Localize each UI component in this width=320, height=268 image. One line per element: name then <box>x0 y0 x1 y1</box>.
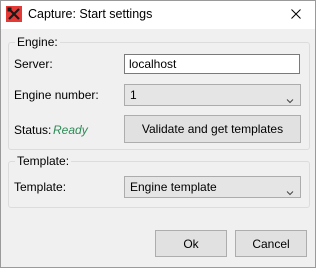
engine-group-legend: Engine: <box>15 35 60 49</box>
status-value: Ready <box>53 123 88 137</box>
engine-number-value: 1 <box>130 88 137 102</box>
dialog-window: Capture: Start settings Engine: Server: … <box>0 0 316 268</box>
cancel-button-label: Cancel <box>252 236 290 251</box>
close-button[interactable] <box>285 5 307 25</box>
ok-button-label: Ok <box>183 236 199 251</box>
validate-templates-button[interactable]: Validate and get templates <box>124 115 301 143</box>
red-tools-icon <box>6 6 22 22</box>
validate-button-label: Validate and get templates <box>141 122 284 136</box>
engine-number-dropdown[interactable]: 1 <box>124 84 301 106</box>
engine-group: Engine: Server: Engine number: 1 Status:… <box>8 35 310 150</box>
server-label: Server: <box>14 57 53 71</box>
close-icon <box>291 8 301 22</box>
title-bar: Capture: Start settings <box>1 1 315 29</box>
chevron-down-icon <box>286 183 294 196</box>
template-value: Engine template <box>130 180 217 194</box>
ok-button[interactable]: Ok <box>155 230 227 257</box>
status-label: Status: <box>14 123 52 137</box>
server-input[interactable] <box>124 54 300 74</box>
cancel-button[interactable]: Cancel <box>235 230 307 257</box>
template-dropdown[interactable]: Engine template <box>124 176 301 198</box>
chevron-down-icon <box>286 91 294 104</box>
template-group: Template: Template: Engine template <box>8 154 310 208</box>
window-title: Capture: Start settings <box>28 7 153 21</box>
template-label: Template: <box>14 180 67 194</box>
engine-number-label: Engine number: <box>14 88 99 102</box>
template-group-legend: Template: <box>15 154 72 168</box>
